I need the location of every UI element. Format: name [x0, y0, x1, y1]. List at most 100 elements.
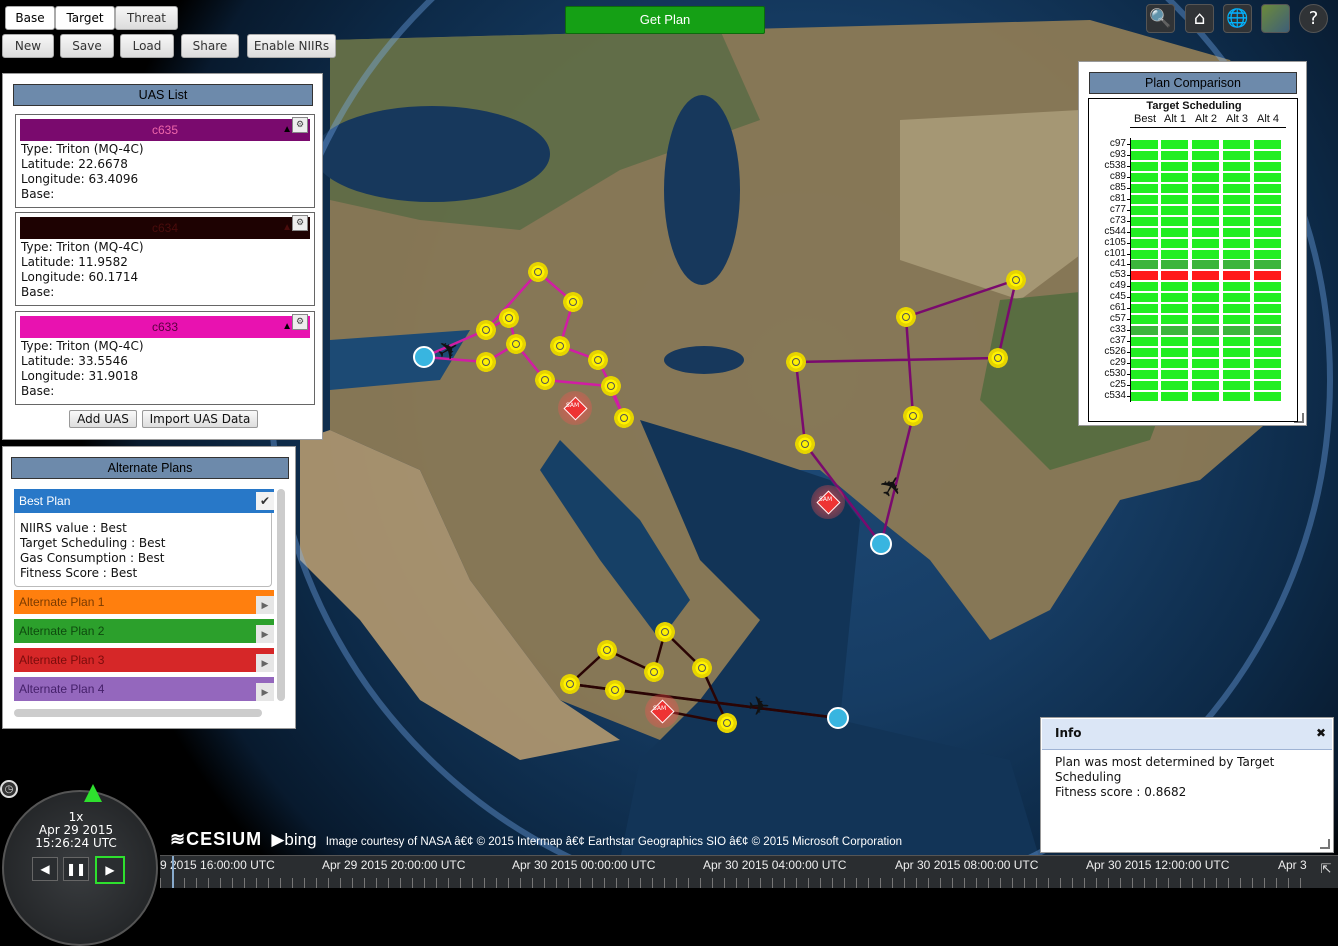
bing-logo[interactable]: ▶bing [271, 830, 316, 849]
target-marker-icon[interactable] [614, 408, 634, 428]
load-button[interactable]: Load [120, 34, 174, 58]
tab-base[interactable]: Base [5, 6, 55, 30]
alternate-plans-panel: Alternate Plans Best Plan ✔ NIIRS value … [2, 446, 296, 729]
lock-icon[interactable]: ▲ [282, 316, 292, 338]
aircraft-icon[interactable]: ✈ [748, 692, 770, 722]
target-marker-icon[interactable] [896, 307, 916, 327]
timeline-scrubber[interactable] [172, 856, 174, 888]
close-icon[interactable]: ✖ [1316, 726, 1326, 740]
comparison-cell [1131, 293, 1158, 303]
threat-sam-1[interactable]: SAM [558, 391, 592, 425]
target-marker-icon[interactable] [601, 376, 621, 396]
tab-target[interactable]: Target [55, 6, 115, 30]
uas-card[interactable]: c635 ▲ ⚙ Type: Triton (MQ-4C) Latitude: … [15, 114, 315, 208]
base-marker-2[interactable] [870, 533, 892, 555]
target-marker-icon[interactable] [605, 680, 625, 700]
enable-niirs-button[interactable]: Enable NIIRs [247, 34, 336, 58]
help-icon[interactable]: ? [1299, 4, 1328, 33]
tab-threat[interactable]: Threat [115, 6, 178, 30]
target-marker-icon[interactable] [476, 352, 496, 372]
uas-name-bar[interactable]: c635 ▲ ⚙ [20, 117, 310, 141]
horizontal-scrollbar[interactable] [14, 709, 262, 717]
target-marker-icon[interactable] [550, 336, 570, 356]
wrench-icon[interactable]: ⚙ [292, 314, 308, 330]
target-marker-icon[interactable] [499, 308, 519, 328]
timeline[interactable]: 9 2015 16:00:00 UTC Apr 29 2015 20:00:00… [160, 855, 1338, 888]
alternate-plan-1[interactable]: Alternate Plan 1 ▶ [14, 590, 274, 614]
sam-label: SAM [819, 496, 833, 503]
target-marker-ring [994, 354, 1002, 362]
comparison-cell [1161, 304, 1188, 314]
wrench-icon[interactable]: ⚙ [292, 215, 308, 231]
target-marker-icon[interactable] [563, 292, 583, 312]
target-marker-icon[interactable] [476, 320, 496, 340]
comparison-row-label: c544 [1104, 225, 1126, 237]
target-marker-icon[interactable] [597, 640, 617, 660]
target-marker-ring [603, 646, 611, 654]
target-marker-icon[interactable] [988, 348, 1008, 368]
play-forward-button[interactable]: ▶ [95, 856, 125, 884]
vertical-scrollbar[interactable] [277, 489, 285, 701]
get-plan-button[interactable]: Get Plan [565, 6, 765, 34]
expand-arrow-icon[interactable]: ▶ [256, 625, 274, 643]
target-marker-icon[interactable] [506, 334, 526, 354]
target-marker-icon[interactable] [535, 370, 555, 390]
animation-widget[interactable]: ◷ 1x Apr 29 2015 15:26:24 UTC ◀ ❚❚ ▶ [0, 780, 160, 946]
new-button[interactable]: New [2, 34, 54, 58]
alternate-plan-2[interactable]: Alternate Plan 2 ▶ [14, 619, 274, 643]
uas-name-bar[interactable]: c633 ▲ ⚙ [20, 314, 310, 338]
target-marker-icon[interactable] [655, 622, 675, 642]
target-marker-icon[interactable] [692, 658, 712, 678]
threat-sam-3[interactable]: SAM [645, 694, 679, 728]
target-marker-icon[interactable] [560, 674, 580, 694]
best-plan-header[interactable]: Best Plan ✔ [14, 489, 274, 513]
comparison-cell [1192, 293, 1219, 303]
comparison-cell [1131, 249, 1158, 259]
save-button[interactable]: Save [60, 34, 114, 58]
target-marker-icon[interactable] [795, 434, 815, 454]
uas-name-bar[interactable]: c634 ▲ ⚙ [20, 215, 310, 239]
cesium-logo[interactable]: ≋CESIUM [170, 829, 262, 849]
check-icon[interactable]: ✔ [256, 492, 274, 510]
add-uas-button[interactable]: Add UAS [69, 410, 137, 428]
base-marker-1[interactable] [413, 346, 435, 368]
share-button[interactable]: Share [181, 34, 239, 58]
threat-sam-2[interactable]: SAM [811, 485, 845, 519]
alternate-plan-4[interactable]: Alternate Plan 4 ▶ [14, 677, 274, 701]
expand-arrow-icon[interactable]: ▶ [256, 596, 274, 614]
search-icon[interactable]: 🔍 [1146, 4, 1175, 33]
pause-button[interactable]: ❚❚ [63, 857, 89, 881]
import-uas-button[interactable]: Import UAS Data [142, 410, 258, 428]
play-reverse-button[interactable]: ◀ [32, 857, 58, 881]
target-marker-icon[interactable] [786, 352, 806, 372]
base-marker-3[interactable] [827, 707, 849, 729]
target-marker-icon[interactable] [588, 350, 608, 370]
uas-type: Type: Triton (MQ-4C) [21, 142, 144, 156]
globe-icon[interactable]: 🌐 [1223, 4, 1252, 33]
target-marker-icon[interactable] [717, 713, 737, 733]
comparison-cell [1223, 140, 1250, 149]
imagery-icon[interactable] [1261, 4, 1290, 33]
comparison-cell [1131, 216, 1158, 226]
uas-card[interactable]: c633 ▲ ⚙ Type: Triton (MQ-4C) Latitude: … [15, 311, 315, 405]
target-marker-ring [607, 382, 615, 390]
target-marker-icon[interactable] [644, 662, 664, 682]
fullscreen-icon[interactable]: ⇱ [1316, 860, 1336, 880]
target-marker-ring [620, 414, 628, 422]
target-marker-icon[interactable] [903, 406, 923, 426]
comparison-cell [1223, 183, 1250, 193]
target-marker-icon[interactable] [528, 262, 548, 282]
clock-icon[interactable]: ◷ [0, 780, 18, 798]
target-marker-icon[interactable] [1006, 270, 1026, 290]
uas-card[interactable]: c634 ▲ ⚙ Type: Triton (MQ-4C) Latitude: … [15, 212, 315, 306]
home-icon[interactable]: ⌂ [1185, 4, 1214, 33]
alternate-plan-3[interactable]: Alternate Plan 3 ▶ [14, 648, 274, 672]
resize-handle-icon[interactable] [1320, 839, 1330, 849]
lock-icon[interactable]: ▲ [282, 119, 292, 141]
expand-arrow-icon[interactable]: ▶ [256, 654, 274, 672]
expand-arrow-icon[interactable]: ▶ [256, 683, 274, 701]
comparison-cell [1223, 391, 1250, 401]
lock-icon[interactable]: ▲ [282, 217, 292, 239]
comparison-row-label: c41 [1109, 258, 1126, 270]
wrench-icon[interactable]: ⚙ [292, 117, 308, 133]
